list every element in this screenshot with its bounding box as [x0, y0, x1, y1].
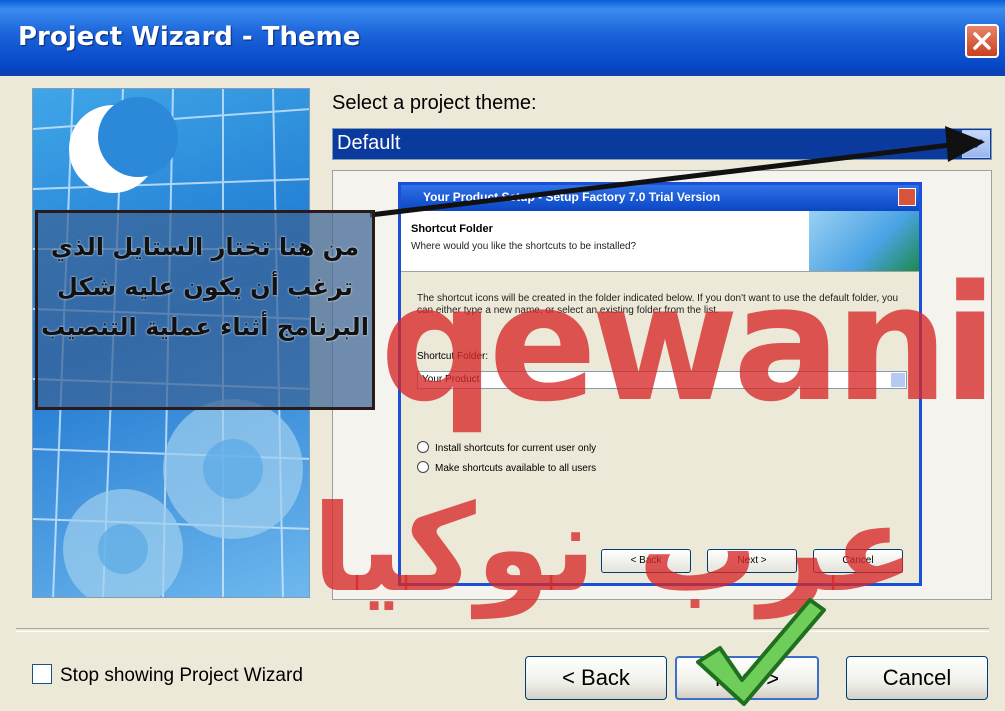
stop-showing-wizard-label: Stop showing Project Wizard: [60, 665, 303, 686]
stop-showing-wizard-checkbox-row[interactable]: Stop showing Project Wizard: [32, 664, 303, 687]
stop-showing-wizard-checkbox[interactable]: [32, 664, 52, 684]
annotation-callout-text: من هنا تختار الستايل الذي ترغب أن يكون ع…: [41, 233, 369, 341]
cancel-button[interactable]: Cancel: [846, 656, 988, 700]
back-button[interactable]: < Back: [525, 656, 667, 700]
checkmark-icon: [696, 598, 826, 706]
annotation-callout: من هنا تختار الستايل الذي ترغب أن يكون ع…: [35, 210, 375, 410]
footer-divider: [16, 628, 989, 632]
